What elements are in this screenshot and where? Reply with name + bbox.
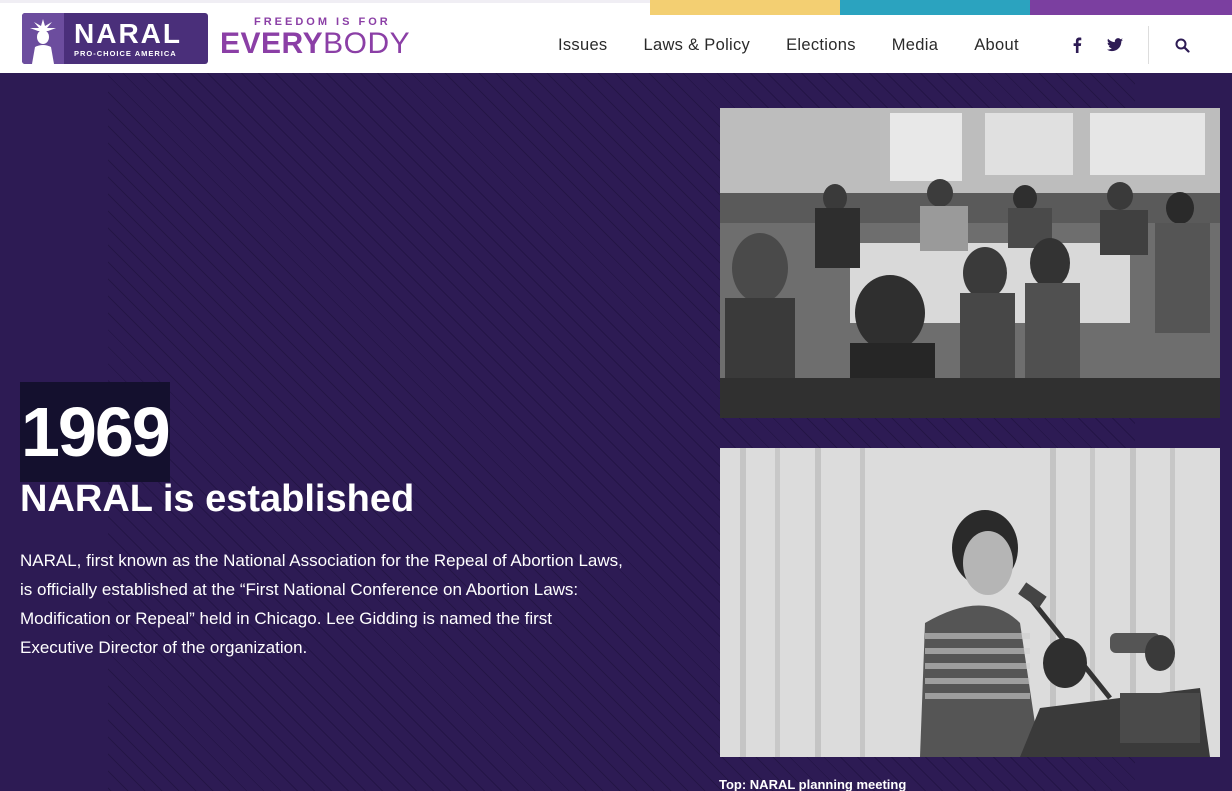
tagline-main-rest: BODY [323,27,411,60]
statue-of-liberty-icon [22,13,64,64]
timeline-year: 1969 [20,382,171,482]
photo-caption: Top: NARAL planning meeting [719,777,907,791]
nav-item-elections[interactable]: Elections [786,36,856,55]
timeline-title: NARAL is established [20,478,415,520]
site-header: NARAL PRO-CHOICE AMERICA FREEDOM IS FOR … [0,0,1232,73]
facebook-icon[interactable] [1067,35,1087,55]
nav-item-issues[interactable]: Issues [558,36,608,55]
color-stripe-teal [840,0,1030,15]
nav-item-laws-policy[interactable]: Laws & Policy [644,36,751,55]
nav-item-media[interactable]: Media [892,36,938,55]
search-icon[interactable] [1172,35,1192,55]
timeline-description: NARAL, first known as the National Assoc… [20,551,623,657]
photo-speaker-at-podium [720,448,1220,757]
photo-planning-meeting [720,108,1220,418]
header-divider [1148,26,1149,64]
main-nav: Issues Laws & Policy Elections Media Abo… [558,36,1055,55]
logo-text: NARAL PRO-CHOICE AMERICA [74,17,182,58]
logo-name: NARAL [74,17,182,49]
twitter-icon[interactable] [1105,35,1125,55]
naral-logo[interactable]: NARAL PRO-CHOICE AMERICA [22,13,208,64]
nav-item-about[interactable]: About [974,36,1019,55]
tagline: FREEDOM IS FOR EVERYBODY [220,16,410,60]
header-top-line [0,0,650,3]
logo-subtitle: PRO-CHOICE AMERICA [74,48,177,58]
color-stripe-yellow [650,0,840,15]
color-stripe-purple [1030,0,1232,15]
tagline-main: EVERYBODY [220,28,410,60]
tagline-main-bold: EVERY [220,27,324,60]
timeline-section: 1969 NARAL is established NARAL, first k… [0,73,1232,791]
